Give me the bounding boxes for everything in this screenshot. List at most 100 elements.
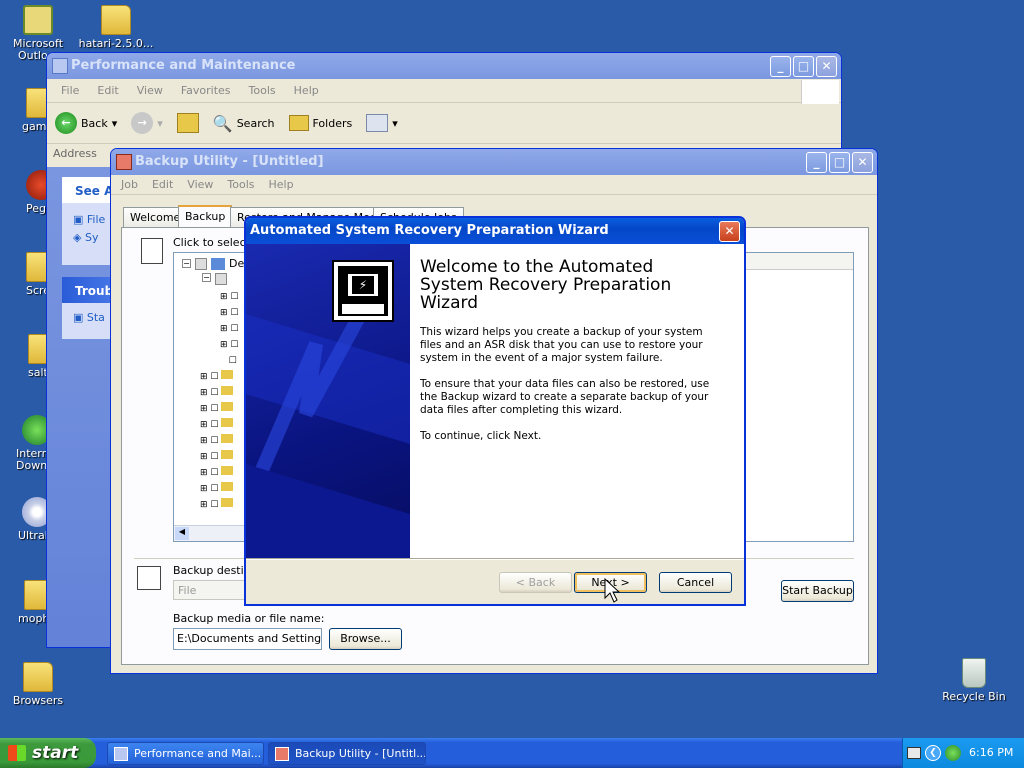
backup-destination-icon [137, 566, 161, 590]
menu-edit[interactable]: Edit [97, 84, 118, 97]
folder-icon [221, 466, 234, 475]
collapse-icon[interactable]: − [202, 273, 211, 282]
close-button[interactable]: ✕ [852, 152, 873, 173]
menu-help[interactable]: Help [269, 178, 294, 191]
tree-node[interactable]: ⊞ ☐ [200, 417, 234, 433]
folder-icon [221, 450, 234, 459]
title-bar[interactable]: Automated System Recovery Preparation Wi… [246, 218, 744, 244]
close-button[interactable]: ✕ [816, 56, 837, 77]
window-title: Backup Utility - [Untitled] [135, 154, 324, 169]
minimize-button[interactable]: _ [806, 152, 827, 173]
tree-node[interactable]: ⊞ ☐ [220, 321, 238, 337]
tree-node[interactable]: ⊞ ☐ [200, 401, 234, 417]
start-backup-button[interactable]: Start Backup [781, 580, 854, 602]
file-tree[interactable]: − De − ⊞ ☐ ⊞ ☐ ⊞ ☐ ⊞ ☐ ☐ ⊞ ☐ ⊞ ☐ ⊞ ☐ ⊞ ☐… [173, 252, 255, 542]
desktop-icon-label: UltraI [18, 529, 48, 542]
maximize-button[interactable]: □ [829, 152, 850, 173]
folder-icon [221, 418, 234, 427]
back-button[interactable]: < Back [499, 572, 572, 593]
tree-node[interactable]: ⊞ ☐ [200, 433, 234, 449]
close-button[interactable]: ✕ [719, 221, 740, 242]
desktop-icon-browsers[interactable]: Browsers [0, 662, 76, 707]
tree-node[interactable]: ⊞ ☐ [200, 481, 234, 497]
windows-logo-icon [801, 80, 839, 104]
tree-folder-nodes: ⊞ ☐ ⊞ ☐ ⊞ ☐ ⊞ ☐ ⊞ ☐ ⊞ ☐ ⊞ ☐ ⊞ ☐ ⊞ ☐ [200, 369, 234, 513]
folder-icon [221, 482, 234, 491]
menu-file[interactable]: File [61, 84, 79, 97]
tree-node[interactable]: ☐ [220, 353, 238, 369]
back-button[interactable]: ← Back ▾ [55, 112, 117, 134]
desktop-icon-recycle-bin[interactable]: Recycle Bin [936, 658, 1012, 703]
backup-utility-icon [116, 154, 132, 170]
show-hidden-icons-button[interactable]: ❮ [925, 745, 941, 761]
file-list[interactable] [742, 252, 854, 542]
back-label: Back [81, 116, 108, 130]
tree-node[interactable]: ⊞ ☐ [200, 449, 234, 465]
menu-tools[interactable]: Tools [227, 178, 254, 191]
tree-node[interactable]: ⊞ ☐ [200, 497, 234, 513]
menu-view[interactable]: View [137, 84, 163, 97]
desktop-icon-label: Recycle Bin [942, 690, 1006, 703]
asr-wizard-dialog[interactable]: Automated System Recovery Preparation Wi… [244, 216, 746, 606]
chevron-down-icon[interactable]: ▾ [157, 117, 163, 130]
maximize-button[interactable]: □ [793, 56, 814, 77]
network-icon[interactable] [945, 745, 961, 761]
minimize-button[interactable]: _ [770, 56, 791, 77]
views-button[interactable]: ▾ [366, 114, 398, 132]
keyboard-icon[interactable] [907, 747, 921, 759]
folders-button[interactable]: Folders [288, 115, 352, 131]
wizard-banner: ⚡ [246, 244, 410, 558]
window-title: Performance and Maintenance [71, 58, 296, 73]
system-tray: ❮ 6:16 PM [902, 738, 1024, 768]
taskbar-button-performance[interactable]: Performance and Mai... [107, 742, 264, 765]
clock: 6:16 PM [969, 746, 1014, 759]
menu-edit[interactable]: Edit [152, 178, 173, 191]
scroll-left-icon[interactable]: ◀ [175, 527, 189, 540]
menu-job[interactable]: Job [121, 178, 138, 191]
cancel-button[interactable]: Cancel [659, 572, 732, 593]
menu-view[interactable]: View [187, 178, 213, 191]
tree-node[interactable]: ⊞ ☐ [220, 337, 238, 353]
forward-button[interactable]: → ▾ [131, 112, 163, 134]
browse-button[interactable]: Browse... [329, 628, 402, 650]
search-icon: 🔍 [212, 113, 233, 133]
menu-tools[interactable]: Tools [249, 84, 276, 97]
views-icon [366, 114, 389, 132]
taskbar-button-backup-utility[interactable]: Backup Utility - [Untitl... [268, 742, 426, 765]
desktop-icon-label: hatari-2.5.0... [78, 37, 154, 50]
tree-node[interactable]: ⊞ ☐ [220, 305, 238, 321]
computer-icon: ⚡ [332, 260, 394, 322]
chevron-down-icon[interactable]: ▾ [112, 117, 118, 130]
menu-favorites[interactable]: Favorites [181, 84, 231, 97]
taskbar-button-label: Performance and Mai... [134, 747, 262, 760]
taskbar-button-label: Backup Utility - [Untitl... [295, 747, 426, 760]
folder-icon [221, 370, 234, 379]
tree-root[interactable]: − De [182, 257, 244, 270]
tree-node[interactable]: ⊞ ☐ [220, 289, 238, 305]
menu-help[interactable]: Help [294, 84, 319, 97]
tab-backup[interactable]: Backup [178, 205, 233, 227]
file-list-header [743, 253, 853, 270]
tree-node[interactable]: ⊞ ☐ [200, 465, 234, 481]
title-bar[interactable]: Performance and Maintenance _ □ ✕ [47, 53, 841, 79]
tree-checkbox[interactable] [195, 257, 207, 270]
up-folder-icon[interactable] [176, 113, 199, 133]
desktop-icon-hatari[interactable]: hatari-2.5.0... [78, 5, 154, 50]
tree-node[interactable]: − [202, 273, 227, 285]
horizontal-scrollbar[interactable]: ◀ [174, 525, 254, 541]
tree-checkbox[interactable] [215, 273, 227, 285]
folder-icon [221, 402, 234, 411]
media-file-input[interactable]: E:\Documents and Settings\V [173, 628, 322, 650]
collapse-icon[interactable]: − [182, 259, 191, 268]
search-button[interactable]: 🔍 Search [213, 114, 275, 133]
tree-node[interactable]: ⊞ ☐ [200, 385, 234, 401]
toolbar: ← Back ▾ → ▾ 🔍 Search Folders ▾ [55, 108, 398, 138]
checklist-icon [141, 238, 163, 264]
start-label: start [32, 743, 79, 763]
folder-icon [23, 662, 53, 692]
title-bar[interactable]: Backup Utility - [Untitled] _ □ ✕ [111, 149, 877, 175]
start-button[interactable]: start [0, 738, 96, 768]
mouse-cursor-icon [604, 578, 620, 603]
recycle-bin-icon [962, 658, 986, 688]
tree-node[interactable]: ⊞ ☐ [200, 369, 234, 385]
